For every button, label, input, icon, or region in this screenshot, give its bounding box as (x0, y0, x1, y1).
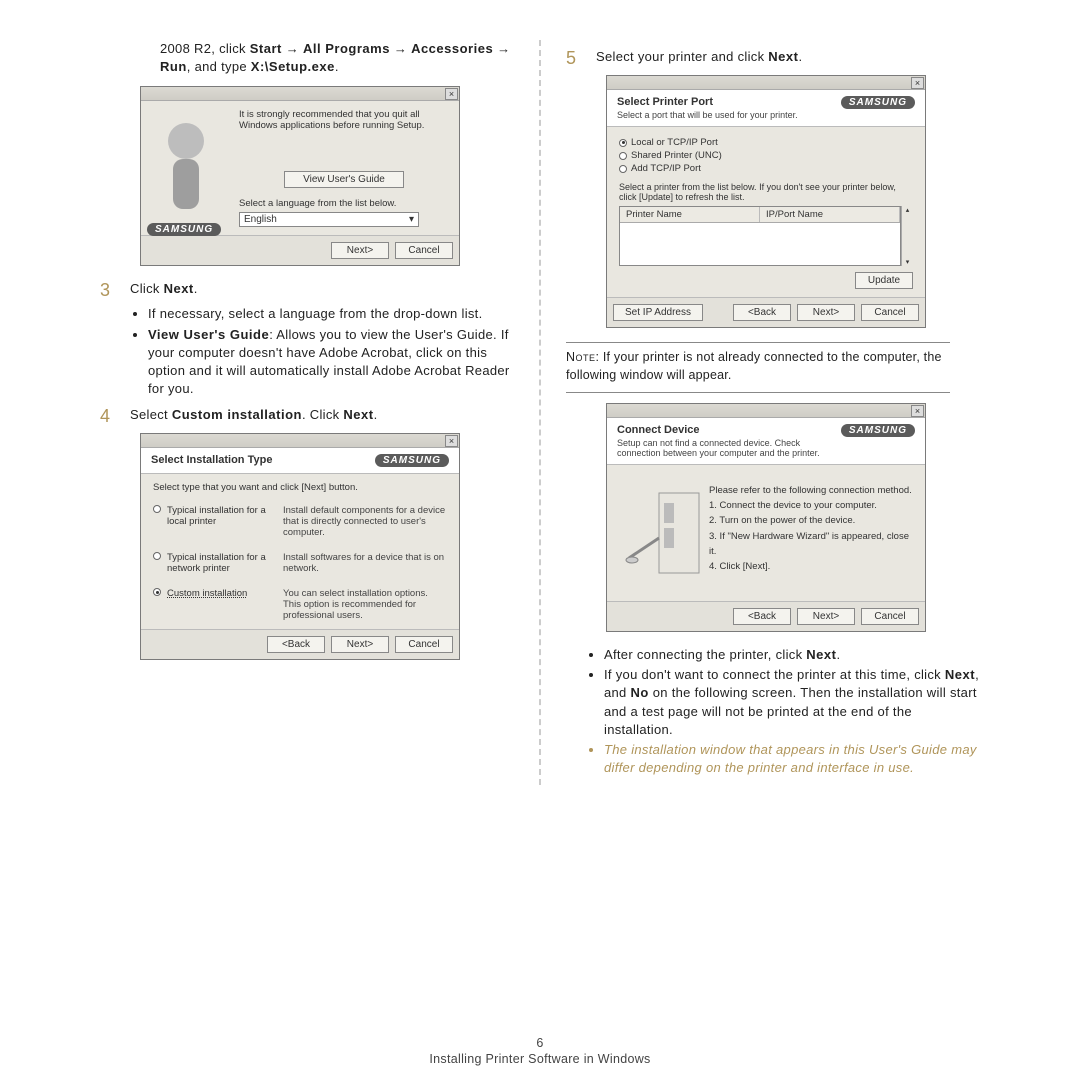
page-footer: 6 Installing Printer Software in Windows (0, 1036, 1080, 1066)
brand-badge: SAMSUNG (841, 96, 915, 109)
language-select[interactable]: English▾ (239, 212, 419, 227)
chevron-down-icon: ▾ (409, 214, 414, 225)
cancel-button[interactable]: Cancel (861, 304, 919, 321)
note-text: Note: If your printer is not already con… (566, 349, 950, 384)
dlg3-title: Select Printer Port (617, 96, 798, 108)
opt-custom[interactable]: Custom installationYou can select instal… (153, 588, 447, 621)
note-rule (566, 342, 950, 343)
view-guide-button[interactable]: View User's Guide (284, 171, 404, 188)
dlg4-title: Connect Device (617, 424, 841, 436)
step3-bullets: If necessary, select a language from the… (140, 305, 514, 398)
right-column: 5 Select your printer and click Next. × … (546, 40, 1000, 785)
titlebar: × (141, 87, 459, 101)
after-bullets: After connecting the printer, click Next… (596, 646, 980, 777)
close-icon[interactable]: × (445, 88, 458, 100)
italic-note: The installation window that appears in … (604, 741, 980, 777)
back-button[interactable]: <Back (733, 304, 791, 321)
connection-illustration (619, 483, 709, 583)
recommend-text: It is strongly recommended that you quit… (239, 109, 449, 131)
page-number: 6 (0, 1036, 1080, 1050)
update-button[interactable]: Update (855, 272, 913, 289)
step-3: 3 Click Next. (100, 280, 514, 301)
brand-badge: SAMSUNG (147, 223, 221, 236)
back-button[interactable]: <Back (267, 636, 325, 653)
close-icon[interactable]: × (445, 435, 458, 447)
lang-label: Select a language from the list below. (239, 198, 449, 209)
radio-shared[interactable]: Shared Printer (UNC) (619, 150, 913, 161)
cancel-button[interactable]: Cancel (395, 636, 453, 653)
close-icon[interactable]: × (911, 77, 924, 89)
column-divider (539, 40, 541, 785)
brand-badge: SAMSUNG (841, 424, 915, 437)
close-icon[interactable]: × (911, 405, 924, 417)
next-button[interactable]: Next> (331, 636, 389, 653)
next-button[interactable]: Next> (797, 304, 855, 321)
installer-illustration (141, 101, 231, 231)
footer-title: Installing Printer Software in Windows (429, 1052, 650, 1066)
brand-badge: SAMSUNG (375, 454, 449, 467)
dialog-connect-device: × Connect Device Setup can not find a co… (606, 403, 926, 632)
printer-list[interactable]: Printer NameIP/Port Name (619, 206, 901, 266)
dialog-select-port: × Select Printer Port Select a port that… (606, 75, 926, 328)
cancel-button[interactable]: Cancel (395, 242, 453, 259)
scrollbar[interactable]: ▴▾ (901, 206, 913, 266)
dlg2-title: Select Installation Type (151, 454, 272, 466)
opt-network[interactable]: Typical installation for a network print… (153, 552, 447, 574)
back-button[interactable]: <Back (733, 608, 791, 625)
next-button[interactable]: Next> (331, 242, 389, 259)
step-5: 5 Select your printer and click Next. (566, 48, 980, 69)
next-button[interactable]: Next> (797, 608, 855, 625)
dialog-install-type: × Select Installation Type SAMSUNG Selec… (140, 433, 460, 660)
setip-button[interactable]: Set IP Address (613, 304, 703, 321)
radio-addtcp[interactable]: Add TCP/IP Port (619, 163, 913, 174)
step-4: 4 Select Custom installation. Click Next… (100, 406, 514, 427)
cancel-button[interactable]: Cancel (861, 608, 919, 625)
dialog-setup-language: × It is strongly recommended that you qu… (140, 86, 460, 266)
left-column: 2008 R2, click Start → All Programs → Ac… (80, 40, 534, 785)
intro-text: 2008 R2, click Start → All Programs → Ac… (160, 40, 514, 76)
radio-local[interactable]: Local or TCP/IP Port (619, 137, 913, 148)
opt-local[interactable]: Typical installation for a local printer… (153, 505, 447, 538)
